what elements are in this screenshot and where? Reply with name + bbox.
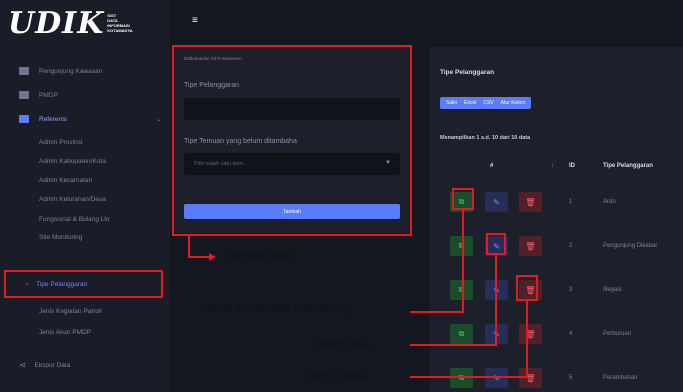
sidebar-subitem-admin-kelurahan[interactable]: Admin Kelurahan/Desa bbox=[39, 190, 106, 208]
highlight-copy-button bbox=[452, 188, 474, 210]
sidebar-subitem-site-monitoring[interactable]: Site Monitoring bbox=[39, 228, 82, 246]
logo-word: UDIK bbox=[8, 5, 105, 41]
row-number: 3 bbox=[569, 287, 573, 293]
row-number: 2 bbox=[569, 243, 573, 249]
callout-line bbox=[410, 311, 464, 313]
showing-info: Menampilkan 1 s.d. 10 dari 10 data bbox=[440, 135, 531, 141]
sidebar-item-ekspor[interactable]: ⋖ Ekspor Data bbox=[0, 356, 170, 374]
atur-kolom-button[interactable]: Atur Kolom bbox=[499, 100, 528, 106]
pencil-icon: ✎ bbox=[493, 197, 500, 207]
column-header-id[interactable]: ID bbox=[569, 163, 575, 169]
highlight-form bbox=[172, 45, 412, 236]
arrow-icon bbox=[209, 253, 216, 261]
highlight-delete-button bbox=[516, 275, 538, 301]
logo: UDIK SIST DATA INFORMASI KOTAMADYA bbox=[8, 5, 133, 41]
chevron-down-icon: ⌄ bbox=[156, 116, 162, 123]
edit-button[interactable]: ✎ bbox=[485, 368, 508, 388]
callout-line bbox=[462, 210, 464, 313]
sidebar: UDIK SIST DATA INFORMASI KOTAMADYA Pengu… bbox=[0, 0, 170, 392]
row-number: 4 bbox=[569, 331, 573, 337]
row-name: Perambahan bbox=[603, 375, 638, 381]
sidebar-subitem-jenis-kegiatan[interactable]: Jenis Kegiatan Patroli bbox=[39, 302, 102, 320]
sidebar-subitem-jenis-akun[interactable]: Jenis Akun PMDP bbox=[39, 323, 91, 341]
csv-button[interactable]: CSV bbox=[481, 100, 495, 106]
row-name: Pengunjung Dikabar bbox=[603, 243, 658, 249]
screenshot: UDIK SIST DATA INFORMASI KOTAMADYA Pengu… bbox=[0, 0, 683, 392]
grid-icon bbox=[19, 67, 29, 75]
callout-hapus: Hapus data bbox=[306, 369, 368, 383]
callout-line bbox=[526, 301, 528, 378]
table-row: ⧉ ✎ 🗑 2 Pengunjung Dikabar bbox=[430, 225, 683, 269]
callout-line bbox=[188, 256, 210, 258]
row-number: 1 bbox=[569, 199, 573, 205]
delete-button[interactable]: 🗑 bbox=[519, 236, 542, 256]
row-number: 5 bbox=[569, 375, 573, 381]
delete-button[interactable]: 🗑 bbox=[519, 324, 542, 344]
callout-line bbox=[188, 236, 190, 258]
pencil-icon: ✎ bbox=[493, 373, 500, 383]
sidebar-item-referensi[interactable]: Referensi ⌄ bbox=[0, 110, 170, 128]
edit-button[interactable]: ✎ bbox=[485, 192, 508, 212]
callout-salin: Salin kolom site monitoring bbox=[206, 301, 350, 315]
callout-tambah: Tambah data bbox=[222, 248, 292, 262]
logo-tagline: SIST DATA INFORMASI KOTAMADYA bbox=[107, 13, 133, 33]
sidebar-subitem-admin-kabupaten[interactable]: Admin Kabupaten/Kota bbox=[39, 152, 106, 170]
sidebar-item-pengunjung[interactable]: Pengunjung Kawasan bbox=[0, 62, 170, 80]
panel-title: Tipe Pelanggaran bbox=[440, 69, 495, 76]
share-icon: ⋖ bbox=[19, 359, 27, 370]
menu-icon[interactable]: ≡ bbox=[192, 15, 198, 26]
callout-line bbox=[410, 344, 497, 346]
table-row: ⧉ ✎ 🗑 5 Perambahan bbox=[430, 357, 683, 392]
callout-line bbox=[495, 255, 497, 346]
copy-button[interactable]: ⧉ bbox=[450, 368, 473, 388]
list-icon bbox=[19, 115, 29, 123]
copy-icon: ⧉ bbox=[459, 373, 465, 383]
table-row: ⧉ ✎ 🗑 4 Perburuan bbox=[430, 313, 683, 357]
salin-button[interactable]: Salin bbox=[444, 100, 459, 106]
trash-icon: 🗑 bbox=[525, 197, 536, 207]
trash-icon: 🗑 bbox=[525, 241, 536, 251]
delete-button[interactable]: 🗑 bbox=[519, 192, 542, 212]
callout-line bbox=[410, 376, 528, 378]
top-bar: ≡ bbox=[170, 0, 683, 40]
delete-button[interactable]: 🗑 bbox=[519, 368, 542, 388]
export-button-group: Salin Excel CSV Atur Kolom bbox=[440, 97, 532, 109]
sidebar-subitem-admin-kecamatan[interactable]: Admin Kecamatan bbox=[39, 171, 92, 189]
grid-icon bbox=[19, 91, 29, 99]
column-header-hash: # bbox=[490, 163, 494, 169]
callout-ubah: Ubah data bbox=[315, 337, 371, 351]
sidebar-item-pmdp[interactable]: PMDP bbox=[0, 86, 170, 104]
sidebar-subitem-admin-provinsi[interactable]: Admin Provinsi bbox=[39, 133, 82, 151]
table-row: ⧉ ✎ 🗑 3 Illegals bbox=[430, 269, 683, 313]
excel-button[interactable]: Excel bbox=[462, 100, 478, 106]
row-name: Ardo bbox=[603, 199, 616, 205]
row-name: Illegals bbox=[603, 287, 622, 293]
row-name: Perburuan bbox=[603, 331, 632, 337]
highlight-sidebar-item bbox=[4, 270, 163, 298]
copy-icon: ⧉ bbox=[458, 329, 465, 338]
column-header-tipe[interactable]: Tipe Pelanggaran bbox=[603, 163, 653, 169]
sidebar-subitem-fungsional[interactable]: Fungsional & Bidang Lkr bbox=[39, 210, 110, 228]
highlight-edit-button bbox=[486, 233, 506, 255]
sort-icon[interactable]: ↕ bbox=[551, 163, 554, 169]
copy-button[interactable]: ⧉ bbox=[450, 324, 473, 344]
